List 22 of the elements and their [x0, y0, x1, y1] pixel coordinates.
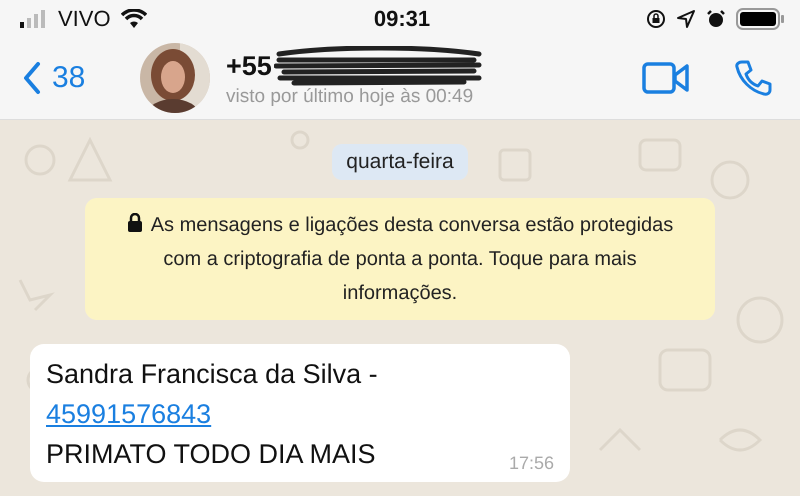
- rotation-lock-icon: [646, 9, 666, 29]
- phone-icon[interactable]: [734, 59, 772, 97]
- notice-text: As mensagens e ligações desta conversa estão protegidas com a criptografia de ponta a ponta. Toque para mais informações.: [150, 214, 674, 304]
- back-button[interactable]: 38: [22, 61, 140, 95]
- last-seen-text: visto por último hoje às 00:49: [226, 86, 474, 108]
- encryption-notice[interactable]: As mensagens e ligações desta conversa estão protegidas com a criptografia de ponta a ponta. Toque para mais informações.: [85, 198, 715, 320]
- alarm-clock-icon: [706, 9, 726, 29]
- clock-time: 09:31: [374, 6, 430, 32]
- carrier-name: VIVO: [58, 6, 111, 32]
- date-label: quarta-feira: [332, 144, 468, 180]
- lock-icon: [126, 213, 143, 233]
- chevron-icon: [22, 61, 42, 95]
- video-call-icon[interactable]: [642, 61, 690, 95]
- contact-number[interactable]: +55: [226, 50, 272, 82]
- message-time: 17:56: [508, 453, 554, 474]
- message-text: PRIMATO TODO DIA MAIS: [46, 438, 376, 471]
- wifi-icon: [120, 9, 147, 29]
- signal-icon: [20, 10, 48, 28]
- battery-icon: [736, 8, 784, 30]
- location-arrow-icon: [676, 9, 696, 29]
- message-text: Sandra Francisca da Silva -: [46, 358, 378, 391]
- phone-link[interactable]: 45991576843: [46, 394, 212, 434]
